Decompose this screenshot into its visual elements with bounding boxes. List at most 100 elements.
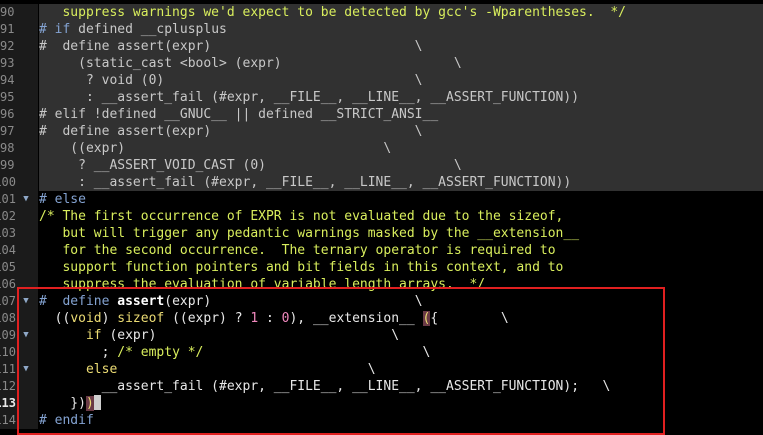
- line-number: 104: [0, 243, 16, 257]
- line-gutter: 98: [0, 140, 38, 157]
- code-line[interactable]: 113 })): [0, 395, 763, 412]
- code-line[interactable]: 96 # elif !defined __GNUC__ || defined __…: [0, 106, 763, 123]
- code-token: ((expr) \: [39, 141, 392, 156]
- code-text: ? void (0) \: [39, 72, 763, 89]
- line-number: 109: [0, 328, 16, 342]
- line-gutter: 99: [0, 157, 38, 174]
- code-line[interactable]: 106 suppress the evaluation of variable …: [0, 276, 763, 293]
- code-line[interactable]: 109 ▼ if (expr) \: [0, 327, 763, 344]
- code-text: # endif: [39, 412, 763, 429]
- code-line[interactable]: 111 ▼ else \: [0, 361, 763, 378]
- code-line[interactable]: 95 : __assert_fail (#expr, __FILE__, __L…: [0, 89, 763, 106]
- code-line[interactable]: 105 support function pointers and bit fi…: [0, 259, 763, 276]
- line-number: 114: [0, 413, 16, 427]
- code-token: \: [203, 345, 431, 360]
- code-line[interactable]: 101 ▼ # else: [0, 191, 763, 208]
- code-line[interactable]: 112 __assert_fail (#expr, __FILE__, __LI…: [0, 378, 763, 395]
- line-number: 101: [0, 192, 16, 206]
- code-editor[interactable]: 90 suppress warnings we'd expect to be d…: [0, 0, 763, 433]
- line-number: 100: [0, 175, 16, 189]
- line-gutter: 102: [0, 208, 38, 225]
- code-token: sizeof: [117, 311, 165, 326]
- code-line[interactable]: 92 # define assert(expr) \: [0, 38, 763, 55]
- line-gutter: 96: [0, 106, 38, 123]
- line-number: 97: [0, 124, 15, 138]
- code-token: }): [39, 396, 86, 411]
- line-number: 112: [0, 379, 16, 393]
- code-token: ((expr) ?: [164, 311, 251, 326]
- code-text: : __assert_fail (#expr, __FILE__, __LINE…: [39, 174, 763, 191]
- code-line[interactable]: 114 # endif: [0, 412, 763, 429]
- line-number: 110: [0, 345, 16, 359]
- fold-arrow-icon[interactable]: ▼: [21, 361, 31, 378]
- line-number: 92: [0, 39, 15, 53]
- line-gutter: 105: [0, 259, 38, 276]
- line-number: 107: [0, 294, 16, 308]
- code-token: suppress warnings we'd expect to be dete…: [39, 5, 626, 20]
- code-token: : __assert_fail (#expr, __FILE__, __LINE…: [39, 175, 572, 190]
- line-gutter: 100: [0, 174, 38, 191]
- code-text: ((expr) \: [39, 140, 763, 157]
- code-line[interactable]: 93 (static_cast <bool> (expr) \: [0, 55, 763, 72]
- code-text: (static_cast <bool> (expr) \: [39, 55, 763, 72]
- fold-arrow-icon[interactable]: ▼: [21, 191, 31, 208]
- code-line[interactable]: 108 ((void) sizeof ((expr) ? 1 : 0), __e…: [0, 310, 763, 327]
- code-line[interactable]: 94 ? void (0) \: [0, 72, 763, 89]
- code-token: /* The first occurrence of EXPR is not e…: [39, 209, 564, 224]
- code-token: ): [85, 396, 94, 411]
- code-text: # define assert(expr) \: [39, 38, 763, 55]
- code-token: void: [70, 311, 102, 326]
- code-text: but will trigger any pedantic warnings m…: [39, 225, 763, 242]
- line-number: 94: [0, 73, 15, 87]
- line-gutter: 104: [0, 242, 38, 259]
- code-text: else \: [39, 361, 763, 378]
- line-number: 95: [0, 90, 15, 104]
- code-line[interactable]: 90 suppress warnings we'd expect to be d…: [0, 4, 763, 21]
- line-gutter: 110: [0, 344, 38, 361]
- code-token: { \: [430, 311, 509, 326]
- code-line[interactable]: 100 : __assert_fail (#expr, __FILE__, __…: [0, 174, 763, 191]
- line-number: 93: [0, 56, 15, 70]
- code-line[interactable]: 97 # define assert(expr) \: [0, 123, 763, 140]
- code-token: support function pointers and bit fields…: [39, 260, 564, 275]
- code-token: suppress the evaluation of variable leng…: [39, 277, 486, 292]
- line-gutter: 93: [0, 55, 38, 72]
- code-token: defined __cplusplus: [78, 22, 227, 37]
- fold-arrow-icon[interactable]: ▼: [21, 327, 31, 344]
- line-number: 96: [0, 107, 15, 121]
- code-token: : __assert_fail (#expr, __FILE__, __LINE…: [39, 90, 580, 105]
- line-gutter: 92: [0, 38, 38, 55]
- code-text: })): [39, 395, 763, 412]
- code-token: # define assert(expr) \: [39, 124, 423, 139]
- code-token: ;: [39, 345, 118, 360]
- code-text: suppress warnings we'd expect to be dete…: [39, 4, 763, 21]
- fold-arrow-icon[interactable]: ▼: [21, 293, 31, 310]
- code-token: ): [101, 311, 118, 326]
- line-number: 113: [0, 396, 16, 410]
- code-line[interactable]: 103 but will trigger any pedantic warnin…: [0, 225, 763, 242]
- line-number: 108: [0, 311, 16, 325]
- code-token: ? void (0) \: [39, 73, 423, 88]
- code-line[interactable]: 107 ▼ # define assert(expr) \: [0, 293, 763, 310]
- code-token: if: [85, 328, 102, 343]
- code-token: # endif: [39, 413, 94, 428]
- code-line[interactable]: 99 ? __ASSERT_VOID_CAST (0) \: [0, 157, 763, 174]
- line-gutter: 106: [0, 276, 38, 293]
- code-token: # define assert(expr) \: [39, 39, 423, 54]
- line-gutter: 90: [0, 4, 38, 21]
- code-text: suppress the evaluation of variable leng…: [39, 276, 763, 293]
- line-gutter: 101 ▼: [0, 191, 38, 208]
- code-text: /* The first occurrence of EXPR is not e…: [39, 208, 763, 225]
- code-line[interactable]: 91 # if defined __cplusplus: [0, 21, 763, 38]
- line-gutter: 97: [0, 123, 38, 140]
- code-token: \: [117, 362, 376, 377]
- code-text: # define assert(expr) \: [39, 123, 763, 140]
- code-line[interactable]: 104 for the second occurrence. The terna…: [0, 242, 763, 259]
- line-gutter: 113: [0, 395, 38, 412]
- code-line[interactable]: 98 ((expr) \: [0, 140, 763, 157]
- code-text: # if defined __cplusplus: [39, 21, 763, 38]
- code-line[interactable]: 110 ; /* empty */ \: [0, 344, 763, 361]
- code-line[interactable]: 102 /* The first occurrence of EXPR is no…: [0, 208, 763, 225]
- code-token: 1: [250, 311, 259, 326]
